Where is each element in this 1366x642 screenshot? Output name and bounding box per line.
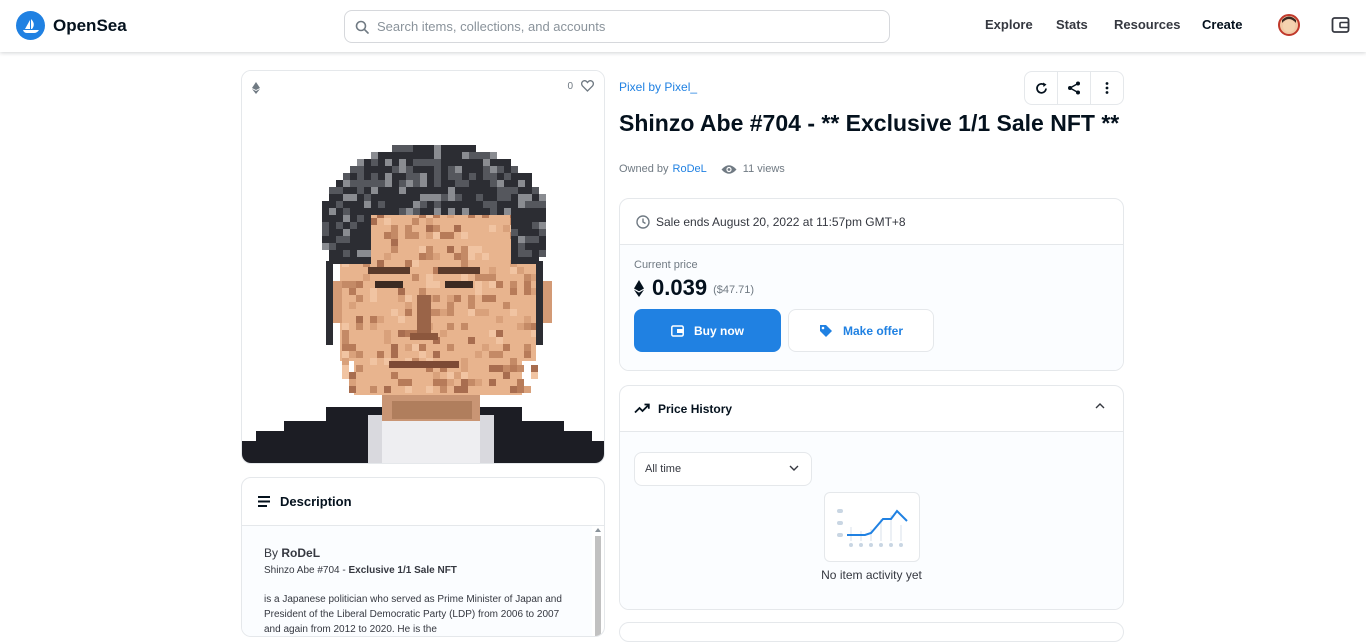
description-scrollbar[interactable] [594,528,602,636]
make-offer-button[interactable]: Make offer [788,309,934,352]
ethereum-icon [634,279,644,297]
ownership-row: Owned by RoDeL 11 views [619,163,785,175]
description-title: Description [280,494,352,509]
price-history-panel: Price History All time No item activity … [619,385,1124,610]
collection-link[interactable]: Pixel by Pixel_ [619,80,697,94]
list-icon [258,496,270,507]
chevron-down-icon [789,465,799,471]
description-by-prefix: By [264,546,279,560]
sale-end-text: Sale ends August 20, 2022 at 11:57pm GMT… [656,214,906,229]
favorite-group: 0 [567,80,594,92]
next-panel [619,622,1124,642]
description-panel: Description By RoDeL Shinzo Abe #704 - E… [241,477,605,637]
wallet-icon[interactable] [1331,16,1350,39]
description-subtitle: Shinzo Abe #704 - [264,565,349,576]
search-icon [355,20,369,34]
price-history-title: Price History [658,401,733,416]
refresh-icon [1035,82,1047,94]
empty-activity-text: No item activity yet [821,568,922,582]
nav-create[interactable]: Create [1202,17,1242,32]
sale-panel: Sale ends August 20, 2022 at 11:57pm GMT… [619,198,1124,371]
favorite-count: 0 [567,80,573,92]
item-actions [1024,71,1124,105]
make-offer-label: Make offer [842,323,904,338]
share-button[interactable] [1058,72,1091,104]
views-group: 11 views [721,163,785,175]
brand-logo[interactable]: OpenSea [16,11,127,40]
price-history-body: All time No item activity yet [620,432,1123,609]
price-section: Current price 0.039 ($47.71) Buy now Mak… [620,245,1123,370]
price-history-header[interactable]: Price History [620,386,1123,432]
eye-icon [721,164,737,174]
opensea-logo-icon [16,11,45,40]
time-range-value: All time [645,463,682,475]
description-body: By RoDeL Shinzo Abe #704 - Exclusive 1/1… [242,526,592,636]
nav-explore[interactable]: Explore [985,17,1033,32]
current-price-label: Current price [634,259,698,271]
buy-now-label: Buy now [694,323,744,338]
description-creator-link[interactable]: RoDeL [281,546,320,560]
time-range-select[interactable]: All time [634,452,812,486]
owner-link[interactable]: RoDeL [673,163,707,175]
refresh-button[interactable] [1025,72,1058,104]
views-count: 11 views [742,163,785,175]
heart-icon[interactable] [581,80,594,92]
brand-name: OpenSea [53,15,127,35]
search-input[interactable] [377,19,857,34]
sale-end-row: Sale ends August 20, 2022 at 11:57pm GMT… [620,199,1123,245]
buy-now-button[interactable]: Buy now [634,309,781,352]
share-icon [1068,81,1080,95]
more-options-button[interactable] [1091,72,1123,104]
profile-avatar[interactable] [1278,14,1300,36]
ethereum-icon [252,81,260,99]
item-title: Shinzo Abe #704 - ** Exclusive 1/1 Sale … [619,110,1120,136]
nav-resources[interactable]: Resources [1114,17,1180,32]
description-header[interactable]: Description [242,478,604,526]
tag-icon [819,324,832,337]
nft-pixel-art-image[interactable] [242,71,605,464]
wallet-icon [671,324,684,337]
clock-icon [636,214,650,229]
more-vertical-icon [1105,82,1109,94]
price-value: 0.039 [652,275,708,300]
owned-by-label: Owned by [619,163,669,175]
chevron-up-icon[interactable] [1095,403,1105,409]
nav-stats[interactable]: Stats [1056,17,1088,32]
description-subtitle-bold: Exclusive 1/1 Sale NFT [348,565,457,576]
trending-icon [634,403,650,414]
nft-image-card: 0 [241,70,605,464]
empty-chart-illustration [824,492,920,562]
description-text: is a Japanese politician who served as P… [264,594,562,635]
top-nav: OpenSea Explore Stats Resources Create [0,0,1366,52]
price-usd: ($47.71) [713,284,755,296]
search-bar[interactable] [344,10,890,43]
